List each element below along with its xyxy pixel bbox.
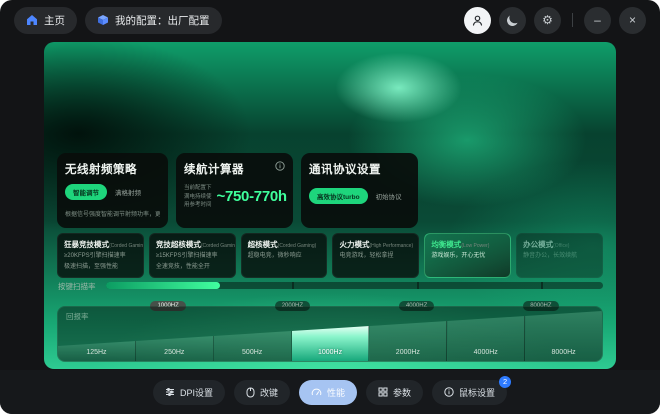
protocol-title: 通讯协议设置 (309, 161, 410, 177)
minimize-button[interactable]: – (584, 7, 611, 34)
polling-option-1000hz[interactable]: 1000Hz (292, 326, 370, 361)
minimize-icon: – (594, 13, 601, 27)
nav-mouse-settings[interactable]: 鼠标设置 2 (432, 380, 507, 405)
scan-rate-fill (106, 282, 220, 289)
mode-card-rage-gaming[interactable]: 狂暴竞技模式(Corded Gaming) ≥20KFPS引擎扫描速率 极速扫描… (57, 233, 144, 278)
rf-strategy-card: 无线射频策略 智能调节 满格射频 根据信号强度智能调节射频功率，更加节能 (57, 153, 168, 228)
home-icon (26, 14, 38, 26)
rf-smart-adjust-option[interactable]: 智能调节 (65, 184, 107, 200)
grid-icon (378, 387, 388, 397)
mode-card-office[interactable]: 办公模式(Office) 静音办公，长效续航 (516, 233, 603, 278)
protocol-initial-option[interactable]: 初始协议 (376, 191, 402, 201)
performance-panel: 无线射频策略 智能调节 满格射频 根据信号强度智能调节射频功率，更加节能 续航计… (44, 42, 616, 369)
my-config-button[interactable]: 我的配置：出厂配置 (85, 7, 222, 34)
user-icon (471, 14, 484, 27)
nav-rebind-label: 改键 (260, 386, 278, 399)
notification-badge: 2 (499, 376, 511, 388)
bottom-nav: DPI设置 改键 性能 参数 鼠标设置 2 (0, 370, 660, 414)
polling-option-250hz[interactable]: 250Hz (136, 336, 214, 361)
app-window: 主页 我的配置：出厂配置 ⚙ – × 无线射频策略 智能调节 满格射频 (0, 0, 660, 414)
scan-rate-label: 按键扫描率 (58, 281, 96, 292)
protocol-turbo-option[interactable]: 高效协议turbo (309, 188, 368, 204)
nav-dpi-settings[interactable]: DPI设置 (153, 380, 225, 405)
nav-dpi-label: DPI设置 (180, 386, 213, 399)
scan-tick-4000 (417, 282, 419, 289)
my-config-label: 我的配置：出厂配置 (115, 13, 210, 28)
info-icon[interactable] (275, 161, 285, 171)
rf-strategy-title: 无线射频策略 (65, 161, 160, 177)
mouse-icon (246, 387, 255, 398)
theme-toggle-button[interactable] (499, 7, 526, 34)
mode-card-firepower[interactable]: 火力模式(High Performance) 电竞游戏，轻松拿捏 (332, 233, 419, 278)
polling-option-8000hz[interactable]: 8000Hz (525, 311, 602, 361)
gauge-icon (311, 387, 322, 397)
config-cube-icon (97, 14, 109, 26)
top-bar: 主页 我的配置：出厂配置 ⚙ – × (0, 0, 660, 40)
nav-params[interactable]: 参数 (366, 380, 423, 405)
nav-rebind[interactable]: 改键 (234, 380, 290, 405)
battery-estimate-value: ~750-770h (217, 188, 287, 205)
settings-button[interactable]: ⚙ (534, 7, 561, 34)
battery-calculator-card: 续航计算器 当前配置下 满电持续使 用参考时间 ~750-770h (176, 153, 293, 228)
polling-option-500hz[interactable]: 500Hz (214, 331, 292, 361)
nav-mouse-settings-label: 鼠标设置 (459, 386, 495, 399)
battery-notes: 当前配置下 满电持续使 用参考时间 (184, 184, 212, 210)
mode-card-supercore[interactable]: 超核模式(Corded Gaming) 超稳电竞，微秒响应 (241, 233, 328, 278)
info-circle-icon (444, 387, 454, 397)
rf-full-power-option[interactable]: 满格射频 (115, 187, 141, 197)
mode-card-competitive-supercore[interactable]: 竞技超核模式(Corded Gaming) ≥15KFPS引擎扫描速率 全速竞技… (149, 233, 236, 278)
polling-option-2000hz[interactable]: 2000Hz (369, 321, 447, 361)
polling-rate-selector: 125Hz 250Hz 500Hz 1000Hz 2000Hz 4000Hz 8… (58, 311, 602, 361)
nav-params-label: 参数 (393, 386, 411, 399)
nav-performance-label: 性能 (327, 386, 345, 399)
protocol-settings-card: 通讯协议设置 高效协议turbo 初始协议 (301, 153, 418, 228)
rf-strategy-desc: 根据信号强度智能调节射频功率，更加节能 (65, 209, 160, 218)
gear-icon: ⚙ (542, 13, 553, 27)
topbar-divider (572, 13, 573, 27)
polling-rate-section: 回报率 125Hz 250Hz 500Hz 1000Hz 2000Hz 4000… (57, 306, 603, 362)
scan-rate-slider[interactable] (106, 282, 603, 289)
moon-icon (506, 13, 519, 26)
sliders-icon (165, 387, 175, 397)
home-button[interactable]: 主页 (14, 7, 77, 34)
scan-tick-2000 (292, 282, 294, 289)
close-button[interactable]: × (619, 7, 646, 34)
polling-option-125hz[interactable]: 125Hz (58, 341, 136, 361)
scan-tick-8000 (541, 282, 543, 289)
mode-card-balanced[interactable]: 均衡模式(Low Power) 游戏娱乐，开心无忧 (424, 233, 511, 278)
mode-selector: 狂暴竞技模式(Corded Gaming) ≥20KFPS引擎扫描速率 极速扫描… (57, 233, 603, 278)
home-label: 主页 (44, 13, 65, 28)
polling-option-4000hz[interactable]: 4000Hz (447, 316, 525, 361)
avatar[interactable] (464, 7, 491, 34)
battery-title: 续航计算器 (184, 161, 244, 177)
nav-performance[interactable]: 性能 (299, 380, 357, 405)
close-icon: × (629, 13, 636, 27)
